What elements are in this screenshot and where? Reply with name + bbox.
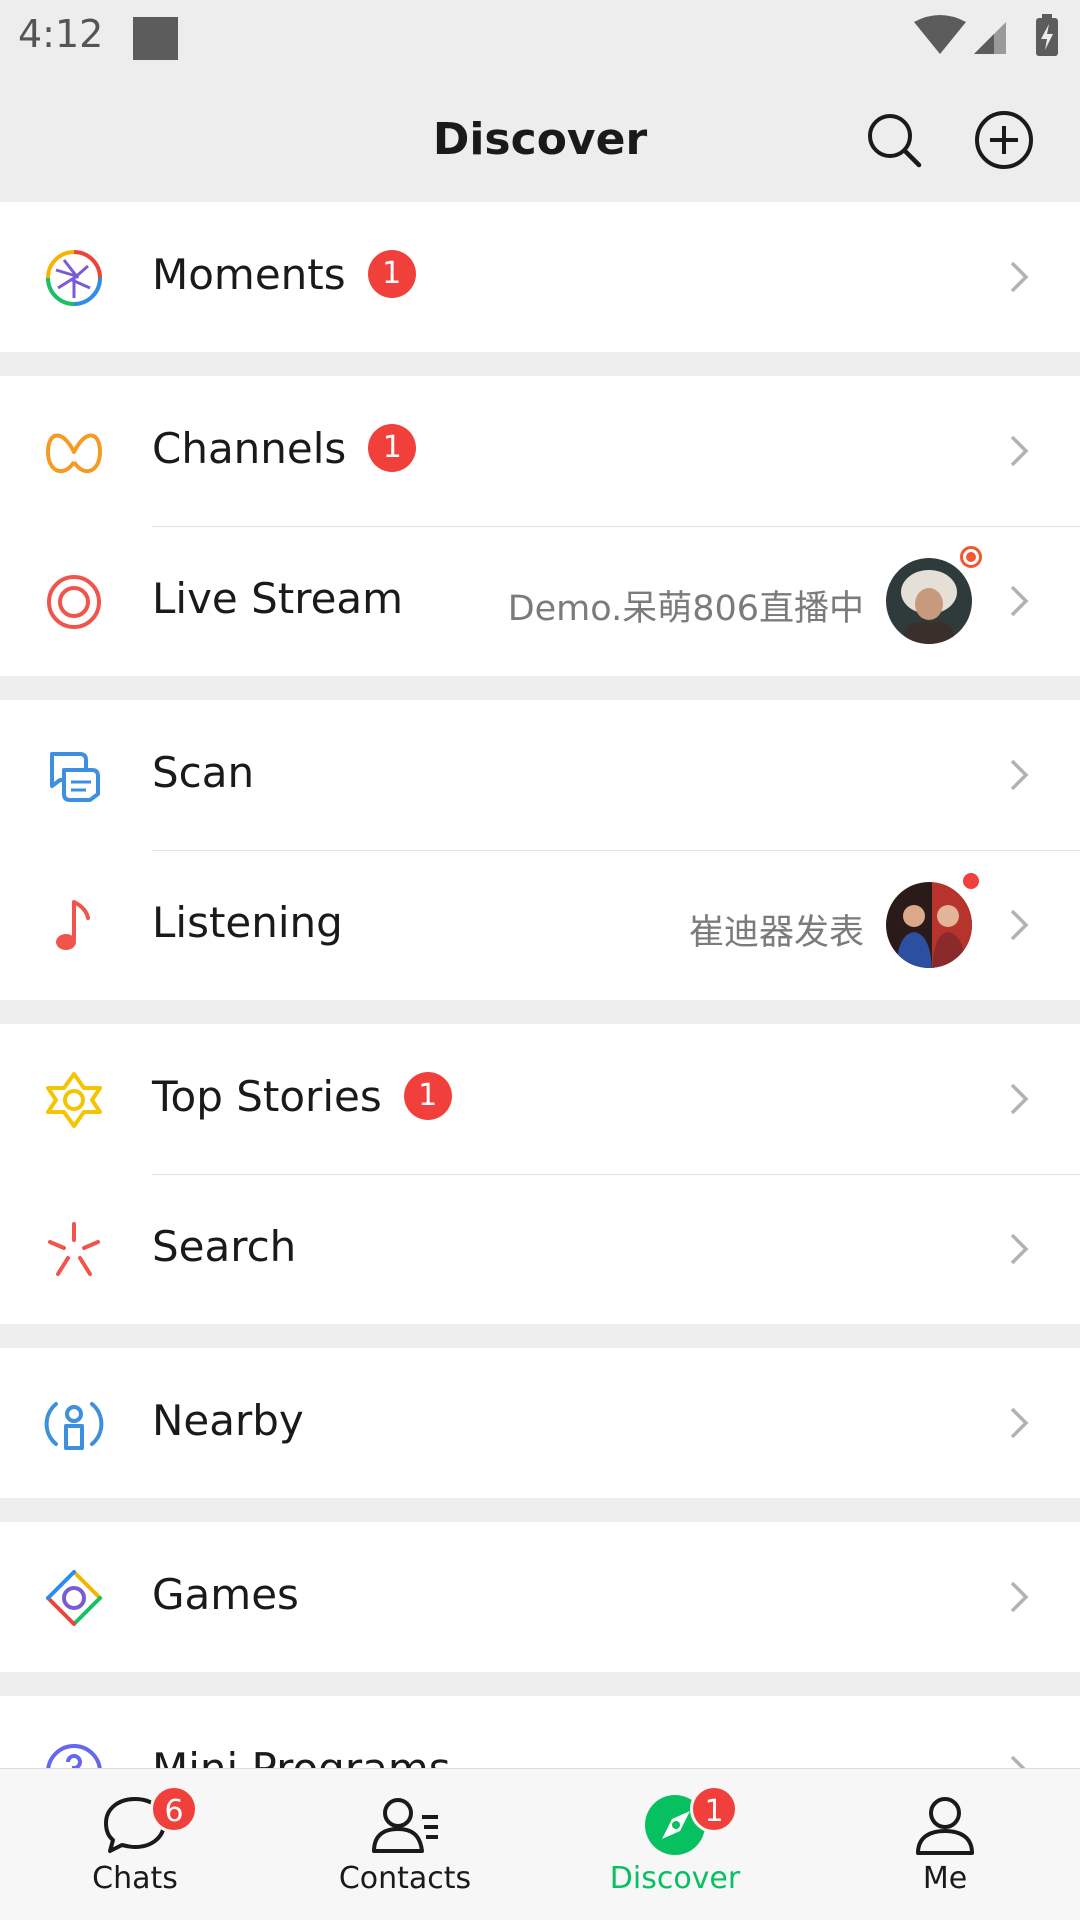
tab-badge: 1 — [690, 1785, 738, 1833]
notification-icon — [133, 17, 178, 60]
tab-discover[interactable]: 1 Discover — [540, 1769, 810, 1920]
battery-icon — [1036, 14, 1058, 56]
search-sparkle-icon — [48, 1222, 100, 1276]
row-label: Games — [152, 1570, 299, 1619]
tab-badge: 6 — [150, 1785, 198, 1833]
chevron-right-icon — [1010, 1083, 1029, 1115]
tab-label: Contacts — [338, 1861, 472, 1896]
tab-contacts[interactable]: Contacts — [270, 1769, 540, 1920]
scan-icon — [50, 752, 100, 802]
tab-label: Chats — [92, 1861, 178, 1896]
tab-bar: 6 Chats Contacts 1 Discover Me — [0, 1768, 1080, 1920]
row-nearby[interactable]: Nearby — [0, 1348, 1080, 1498]
live-indicator — [960, 546, 982, 568]
tab-me[interactable]: Me — [810, 1769, 1080, 1920]
group-games: Games — [0, 1522, 1080, 1672]
moments-icon — [46, 250, 102, 306]
tab-chats[interactable]: 6 Chats — [0, 1769, 270, 1920]
games-icon — [46, 1570, 102, 1626]
row-label: Moments 1 — [152, 249, 416, 302]
tab-label: Discover — [609, 1861, 741, 1896]
row-label: Listening — [152, 898, 343, 947]
row-scan[interactable]: Scan — [0, 700, 1080, 850]
music-note-icon — [56, 900, 90, 950]
avatar — [886, 558, 972, 644]
chevron-right-icon — [1010, 1233, 1029, 1265]
channels-icon — [46, 433, 102, 474]
row-channels[interactable]: Channels 1 — [0, 376, 1080, 526]
row-label: Top Stories 1 — [152, 1071, 452, 1124]
row-label: Nearby — [152, 1396, 304, 1445]
row-label: Live Stream — [152, 574, 404, 623]
unread-badge: 1 — [368, 423, 417, 472]
row-top-stories[interactable]: Top Stories 1 — [0, 1024, 1080, 1174]
add-icon[interactable] — [972, 108, 1036, 172]
chevron-right-icon — [1010, 261, 1029, 293]
row-live-stream[interactable]: Live Stream Demo.呆萌806直播中 — [0, 526, 1080, 676]
group-nearby: Nearby — [0, 1348, 1080, 1498]
status-icons — [914, 14, 1058, 56]
nearby-icon — [44, 1402, 104, 1450]
group-moments: Moments 1 — [0, 202, 1080, 352]
status-bar: 4:12 — [0, 0, 1080, 80]
row-search[interactable]: Search — [0, 1174, 1080, 1324]
row-label: Search — [152, 1222, 297, 1271]
contacts-icon — [372, 1798, 438, 1853]
unread-badge: 1 — [367, 249, 416, 298]
chevron-right-icon — [1010, 909, 1029, 941]
chevron-right-icon — [1010, 1407, 1029, 1439]
discover-list: Moments 1 Channels 1 Live Stream Demo.呆萌80… — [0, 202, 1080, 1870]
row-label: Scan — [152, 748, 255, 797]
tab-label: Me — [922, 1861, 968, 1896]
chevron-right-icon — [1010, 759, 1029, 791]
chevron-right-icon — [1010, 585, 1029, 617]
chevron-right-icon — [1010, 1581, 1029, 1613]
status-time: 4:12 — [18, 12, 104, 56]
group-scan: Scan Listening 崔迪器发表 — [0, 700, 1080, 1000]
live-stream-status: Demo.呆萌806直播中 — [507, 589, 864, 629]
row-label: Channels 1 — [152, 423, 417, 476]
person-icon — [916, 1797, 974, 1855]
listening-status: 崔迪器发表 — [688, 913, 864, 953]
unread-badge: 1 — [403, 1071, 452, 1120]
live-stream-icon — [47, 575, 101, 629]
search-icon[interactable] — [864, 110, 924, 170]
avatar — [886, 882, 972, 968]
new-indicator — [960, 870, 982, 892]
wifi-icon — [914, 15, 966, 54]
row-listening[interactable]: Listening 崔迪器发表 — [0, 850, 1080, 1000]
row-games[interactable]: Games — [0, 1522, 1080, 1672]
row-moments[interactable]: Moments 1 — [0, 202, 1080, 352]
signal-icon — [974, 22, 1006, 54]
chevron-right-icon — [1010, 435, 1029, 467]
top-stories-icon — [46, 1072, 102, 1128]
group-channels: Channels 1 Live Stream Demo.呆萌806直播中 — [0, 376, 1080, 676]
nav-bar: Discover — [0, 80, 1080, 202]
group-top-stories: Top Stories 1 Search — [0, 1024, 1080, 1324]
